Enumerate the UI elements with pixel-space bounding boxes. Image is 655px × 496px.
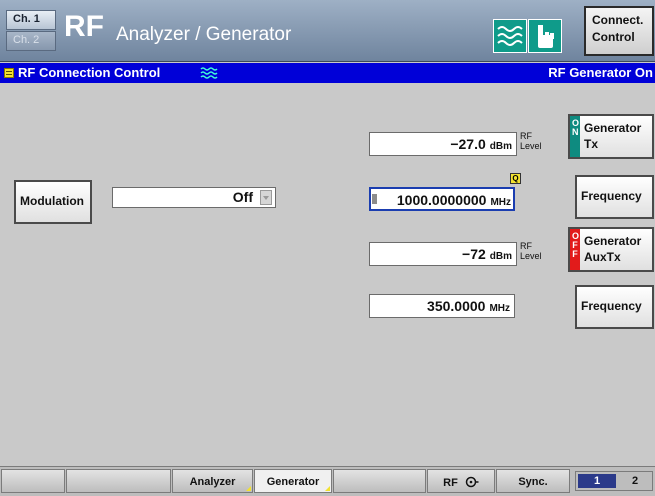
generator-tx-label-line-1: Generator (584, 121, 642, 135)
tab-rf[interactable]: RF (427, 469, 495, 493)
tx-rf-label-line-2: Level (520, 141, 542, 151)
generator-tx-state: ON (570, 116, 580, 157)
aux-rf-level-value: −72 (462, 246, 486, 262)
tx-rf-level-label: RF Level (520, 131, 542, 151)
tab-corner-marker (325, 486, 330, 491)
tab-label: Generator (266, 476, 320, 488)
tx-rf-level-value: −27.0 (450, 136, 486, 152)
aux-rf-label-line-2: Level (520, 251, 542, 261)
generator-tx-label: Generator Tx (584, 120, 641, 152)
aux-frequency-unit: MHz (489, 303, 510, 314)
tx-rf-level-field[interactable]: −27.0 dBm (369, 132, 517, 156)
question-mark-icon: Q (510, 173, 521, 184)
generator-auxtx-label: Generator AuxTx (584, 233, 641, 265)
generator-tx-button[interactable]: ON Generator Tx (568, 114, 654, 159)
generator-auxtx-button[interactable]: OFF Generator AuxTx (568, 227, 654, 272)
page-2-button[interactable]: 2 (620, 474, 650, 488)
dropdown-arrow-icon[interactable] (260, 190, 272, 205)
aux-rf-label-line-1: RF (520, 241, 532, 251)
generator-status: RF Generator On (548, 65, 653, 80)
connect-control-line-1: Connect. (592, 13, 644, 27)
edit-cursor-icon (372, 194, 377, 204)
tx-frequency-value: 1000.0000000 (396, 192, 487, 208)
aux-rf-level-field[interactable]: −72 dBm (369, 242, 517, 266)
aux-frequency-field[interactable]: 350.0000 MHz (369, 294, 515, 318)
rf-wave-icon[interactable] (493, 19, 527, 53)
modulation-select[interactable]: Off (112, 187, 276, 208)
tx-frequency-unit: MHz (490, 197, 511, 208)
tab-corner-marker (246, 486, 251, 491)
modulation-button[interactable]: Modulation (14, 180, 92, 224)
generator-tx-label-line-2: Tx (584, 137, 599, 151)
tab-generator[interactable]: Generator (254, 469, 332, 493)
cmu-screen: Ch. 1 Ch. 2 RF Analyzer / Generator Conn… (0, 0, 655, 496)
tab-label: Analyzer (189, 476, 236, 488)
aux-frequency-button[interactable]: Frequency (575, 285, 654, 329)
tab-label: RF (443, 477, 458, 489)
generator-auxtx-label-line-2: AuxTx (584, 250, 621, 264)
main-panel: Modulation Off −27.0 dBm RF Level Q 1000.… (0, 83, 655, 466)
tx-state-text: ON (572, 118, 580, 137)
tab-sync[interactable]: Sync. (496, 469, 570, 493)
tab-label: Sync. (518, 476, 548, 488)
tx-frequency-button[interactable]: Frequency (575, 175, 654, 219)
connect-control-line-2: Control (592, 30, 635, 44)
tab-empty-2[interactable] (66, 469, 171, 493)
page-1-button[interactable]: 1 (578, 474, 616, 488)
connect-control-button[interactable]: Connect. Control (584, 6, 654, 56)
rf-connector-icon (465, 476, 479, 488)
rf-logo: RF (64, 10, 104, 43)
aux-frequency-value: 350.0000 (427, 298, 486, 314)
rf-wave-small-icon (200, 67, 218, 79)
menu-title: RF Connection Control (18, 65, 161, 80)
menu-icon[interactable] (4, 68, 14, 78)
generator-auxtx-state: OFF (570, 229, 580, 270)
aux-rf-level-unit: dBm (489, 251, 512, 262)
tx-rf-label-line-1: RF (520, 131, 532, 141)
aux-state-text: OFF (572, 231, 580, 259)
bottom-tab-bar: Analyzer Generator RF Sync. 1 2 (0, 466, 655, 496)
hand-pointer-icon[interactable] (528, 19, 562, 53)
channel-1-button[interactable]: Ch. 1 (6, 10, 56, 30)
aux-rf-level-label: RF Level (520, 241, 542, 261)
tab-empty-1[interactable] (1, 469, 65, 493)
page-selector[interactable]: 1 2 (575, 471, 653, 491)
channel-2-button[interactable]: Ch. 2 (6, 31, 56, 51)
tx-frequency-field[interactable]: 1000.0000000 MHz (369, 187, 515, 211)
modulation-value: Off (232, 189, 253, 205)
tab-empty-3[interactable] (333, 469, 426, 493)
title-bar: Ch. 1 Ch. 2 RF Analyzer / Generator Conn… (0, 0, 655, 62)
menu-bar: RF Connection Control RF Generator On (0, 63, 655, 83)
generator-auxtx-label-line-1: Generator (584, 234, 642, 248)
tab-analyzer[interactable]: Analyzer (172, 469, 253, 493)
app-title: Analyzer / Generator (116, 24, 292, 45)
tx-rf-level-unit: dBm (489, 141, 512, 152)
